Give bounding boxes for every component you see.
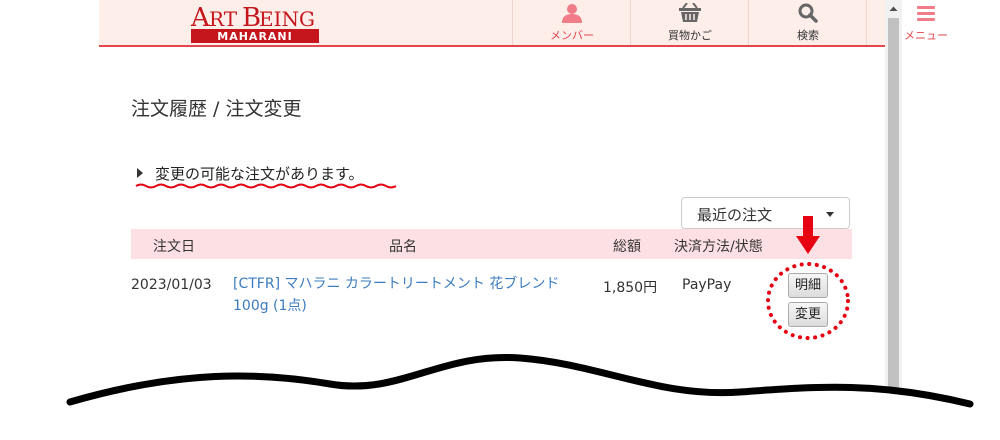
red-squiggle-underline — [135, 183, 397, 189]
artbeing-maharani-logo[interactable]: A RT B EING MAHARANI — [189, 0, 324, 45]
payment-method: PayPay — [682, 277, 732, 293]
annotation-overlay — [66, 183, 974, 408]
search-icon — [798, 3, 818, 23]
product-link[interactable]: [CTFR] マハラニ カラートリートメント 花ブレンド 100g (1点) — [233, 273, 583, 317]
person-icon — [562, 4, 582, 23]
header-order-date: 注文日 — [153, 239, 195, 255]
detail-button[interactable]: 明細 — [788, 273, 828, 298]
svg-text:RT: RT — [209, 7, 238, 31]
order-filter-value: 最近の注文 — [697, 206, 773, 224]
chevron-down-icon — [826, 212, 834, 217]
nav-member-label: メンバー — [550, 29, 594, 42]
orders-table-header: 注文日 品名 総額 決済方法/状態 — [131, 229, 852, 259]
order-total: 1,850円 — [603, 280, 658, 296]
order-filter-select[interactable]: 最近の注文 — [681, 197, 850, 229]
header-product-name: 品名 — [389, 239, 417, 255]
basket-icon — [679, 3, 701, 22]
nav-cart[interactable]: 買物かご — [630, 0, 749, 45]
cutoff-area — [0, 390, 1000, 440]
triangle-bullet-icon — [137, 168, 143, 178]
nav-search-label: 検索 — [797, 29, 819, 42]
header-total: 総額 — [613, 239, 641, 255]
changeable-orders-notice: 変更の可能な注文があります。 — [137, 163, 364, 184]
order-date: 2023/01/03 — [131, 277, 212, 293]
header-payment-status: 決済方法/状態 — [674, 239, 763, 255]
notice-text: 変更の可能な注文があります。 — [155, 165, 364, 183]
svg-text:EING: EING — [259, 7, 315, 31]
nav-member[interactable]: メンバー — [512, 0, 631, 45]
svg-text:MAHARANI: MAHARANI — [217, 30, 292, 43]
nav-menu[interactable]: メニュー — [866, 0, 985, 45]
scrollbar-thumb[interactable] — [888, 18, 899, 428]
page-title: 注文履歴 / 注文変更 — [131, 98, 302, 120]
nav-search[interactable]: 検索 — [748, 0, 867, 45]
change-button[interactable]: 変更 — [788, 302, 828, 327]
nav-cart-label: 買物かご — [668, 29, 712, 42]
svg-text:A: A — [190, 3, 211, 33]
site-header: A RT B EING MAHARANI メンバー 買物かご 検索 メニュー — [99, 0, 948, 47]
vertical-scrollbar[interactable] — [885, 0, 902, 440]
scroll-up-arrow-icon[interactable] — [885, 0, 902, 17]
